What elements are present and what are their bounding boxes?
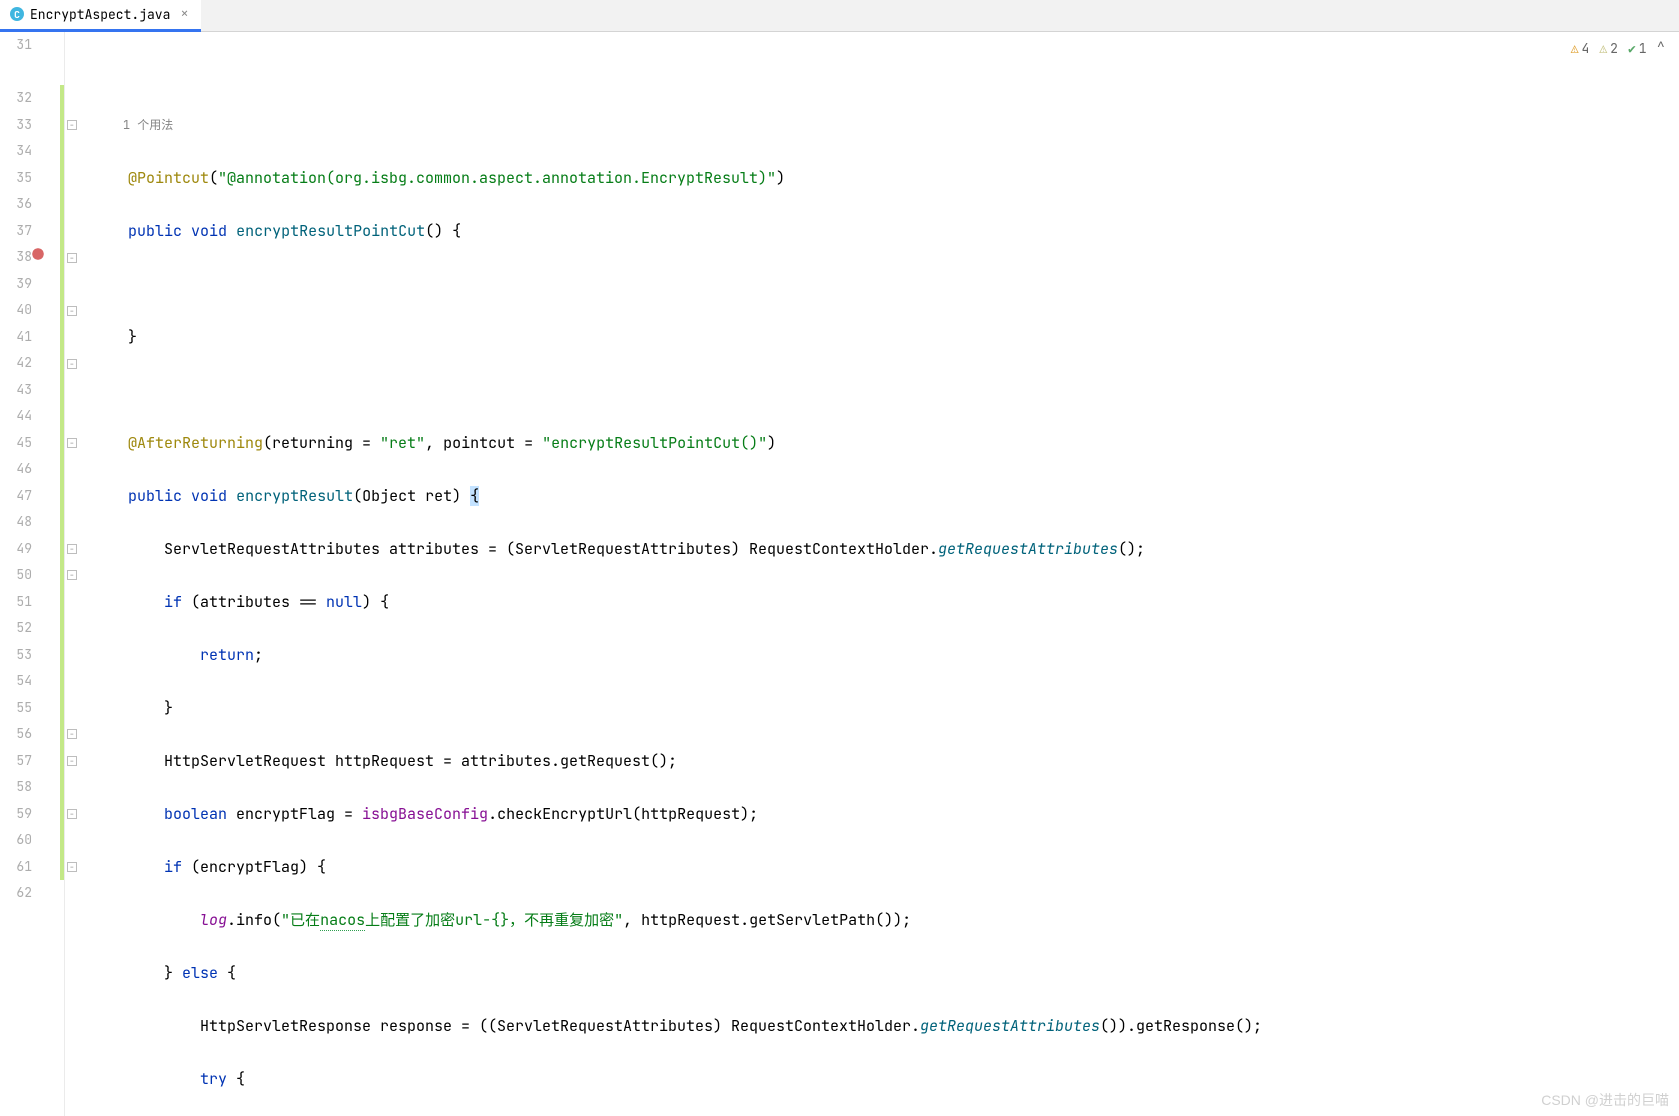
- weak-warning-count: 2: [1610, 40, 1618, 57]
- fold-toggle-icon[interactable]: −: [67, 253, 77, 263]
- warning-count: 4: [1582, 40, 1590, 57]
- tab-encryptaspect[interactable]: C EncryptAspect.java ×: [0, 0, 201, 32]
- code-line[interactable]: try {: [92, 1066, 1679, 1093]
- code-line[interactable]: HttpServletRequest httpRequest = attribu…: [92, 748, 1679, 775]
- code-line[interactable]: [92, 59, 1679, 86]
- line-number[interactable]: 62: [0, 880, 32, 907]
- code-line[interactable]: if (attributes == null) {: [92, 589, 1679, 616]
- line-number[interactable]: 59: [0, 801, 32, 828]
- gutter: 31 32 33 34 35 36 37 38 39 40 41 42 43 4…: [0, 32, 60, 1116]
- line-number[interactable]: 61: [0, 854, 32, 881]
- line-number[interactable]: 55: [0, 695, 32, 722]
- code-line[interactable]: log.info("已在nacos上配置了加密url-{}，不再重复加密", h…: [92, 907, 1679, 934]
- watermark: CSDN @进击的巨喵: [1541, 1090, 1669, 1110]
- fold-toggle-icon[interactable]: −: [67, 544, 77, 554]
- line-number[interactable]: 51: [0, 589, 32, 616]
- line-number[interactable]: 50: [0, 562, 32, 589]
- line-number[interactable]: 31: [0, 32, 32, 59]
- warning-icon: ⚠: [1571, 40, 1579, 57]
- line-number[interactable]: 53: [0, 642, 32, 669]
- breakpoint-icon[interactable]: [30, 246, 48, 264]
- code-line[interactable]: public void encryptResultPointCut() {: [92, 218, 1679, 245]
- ok-count: 1: [1639, 40, 1647, 57]
- line-number[interactable]: 54: [0, 668, 32, 695]
- fold-toggle-icon[interactable]: −: [67, 862, 77, 872]
- code-area[interactable]: 1 个用法 @Pointcut("@annotation(org.isbg.co…: [80, 32, 1679, 1116]
- line-number[interactable]: 40: [0, 297, 32, 324]
- fold-toggle-icon[interactable]: −: [67, 438, 77, 448]
- code-line[interactable]: @Pointcut("@annotation(org.isbg.common.a…: [92, 165, 1679, 192]
- line-number[interactable]: 33: [0, 112, 32, 139]
- line-number[interactable]: 37: [0, 218, 32, 245]
- line-number[interactable]: 49: [0, 536, 32, 563]
- line-number[interactable]: 52: [0, 615, 32, 642]
- weak-warning-icon: ⚠: [1599, 40, 1607, 57]
- code-line[interactable]: } else {: [92, 960, 1679, 987]
- line-number[interactable]: 35: [0, 165, 32, 192]
- code-line[interactable]: @AfterReturning(returning = "ret", point…: [92, 430, 1679, 457]
- line-number[interactable]: 38: [0, 244, 32, 271]
- java-class-icon: C: [10, 7, 24, 21]
- usages-hint[interactable]: 1 个用法: [92, 112, 1679, 139]
- line-number[interactable]: 32: [0, 85, 32, 112]
- line-number[interactable]: 48: [0, 509, 32, 536]
- code-line[interactable]: [92, 271, 1679, 298]
- line-number[interactable]: 57: [0, 748, 32, 775]
- code-line[interactable]: return;: [92, 642, 1679, 669]
- fold-bar: − − − − − − − − − − −: [64, 32, 80, 1116]
- ok-icon: ✔: [1628, 40, 1636, 57]
- code-line[interactable]: }: [92, 695, 1679, 722]
- code-line[interactable]: }: [92, 324, 1679, 351]
- fold-toggle-icon[interactable]: −: [67, 570, 77, 580]
- code-line[interactable]: public void encryptResult(Object ret) {: [92, 483, 1679, 510]
- inspection-indicators[interactable]: ⚠4 ⚠2 ✔1 ^: [1565, 36, 1671, 60]
- tab-bar: C EncryptAspect.java ×: [0, 0, 1679, 32]
- fold-toggle-icon[interactable]: −: [67, 729, 77, 739]
- line-number[interactable]: 42: [0, 350, 32, 377]
- code-line[interactable]: boolean encryptFlag = isbgBaseConfig.che…: [92, 801, 1679, 828]
- line-number[interactable]: 36: [0, 191, 32, 218]
- chevron-up-icon[interactable]: ^: [1657, 39, 1665, 57]
- line-number[interactable]: 45: [0, 430, 32, 457]
- line-number[interactable]: 47: [0, 483, 32, 510]
- line-number[interactable]: 34: [0, 138, 32, 165]
- code-line[interactable]: ServletRequestAttributes attributes = (S…: [92, 536, 1679, 563]
- fold-toggle-icon[interactable]: −: [67, 359, 77, 369]
- fold-toggle-icon[interactable]: −: [67, 306, 77, 316]
- fold-toggle-icon[interactable]: −: [67, 809, 77, 819]
- tab-label: EncryptAspect.java: [30, 6, 170, 23]
- code-line[interactable]: [92, 377, 1679, 404]
- fold-toggle-icon[interactable]: −: [67, 756, 77, 766]
- close-icon[interactable]: ×: [176, 5, 192, 23]
- line-number[interactable]: 60: [0, 827, 32, 854]
- line-number[interactable]: 41: [0, 324, 32, 351]
- code-line[interactable]: HttpServletResponse response = ((Servlet…: [92, 1013, 1679, 1040]
- fold-toggle-icon[interactable]: −: [67, 120, 77, 130]
- line-number[interactable]: 58: [0, 774, 32, 801]
- code-line[interactable]: if (encryptFlag) {: [92, 854, 1679, 881]
- line-number[interactable]: 56: [0, 721, 32, 748]
- line-number[interactable]: 39: [0, 271, 32, 298]
- line-number[interactable]: 46: [0, 456, 32, 483]
- line-number[interactable]: 43: [0, 377, 32, 404]
- line-number[interactable]: 44: [0, 403, 32, 430]
- editor: ⚠4 ⚠2 ✔1 ^ 31 32 33 34 35 36 37 38 39 40…: [0, 32, 1679, 1116]
